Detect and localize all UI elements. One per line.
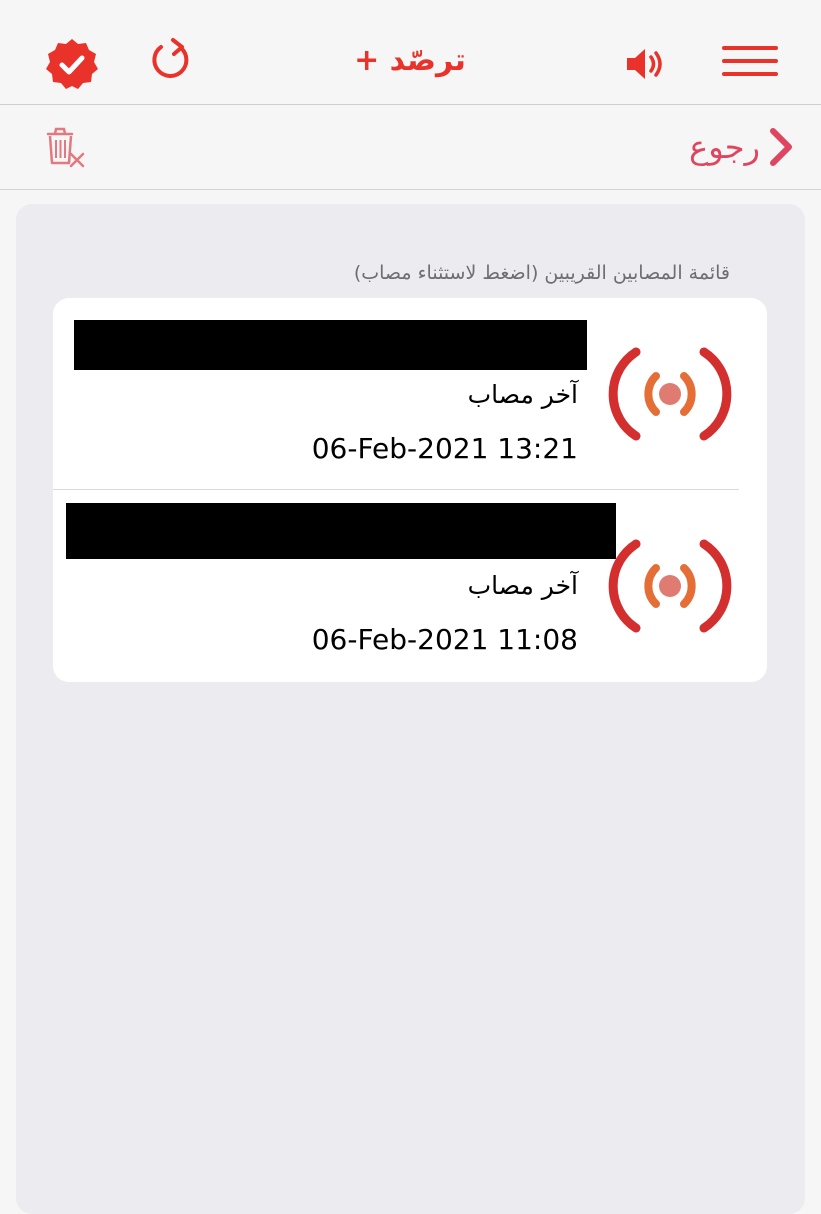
delete-trash-icon[interactable] <box>44 127 88 171</box>
refresh-icon[interactable] <box>148 36 194 84</box>
list-item[interactable] <box>53 298 767 489</box>
speaker-icon[interactable] <box>624 45 666 83</box>
list-item[interactable] <box>53 490 767 682</box>
verified-badge-icon[interactable] <box>45 37 99 91</box>
chevron-right-icon[interactable] <box>765 127 795 167</box>
hamburger-menu-icon[interactable] <box>722 44 778 78</box>
back-button-label[interactable]: رجوع <box>672 122 760 172</box>
app-title: ترصّد + <box>354 43 466 78</box>
section-caption: قائمة المصابين القريبين (اضغط لاستثناء م… <box>353 262 730 284</box>
